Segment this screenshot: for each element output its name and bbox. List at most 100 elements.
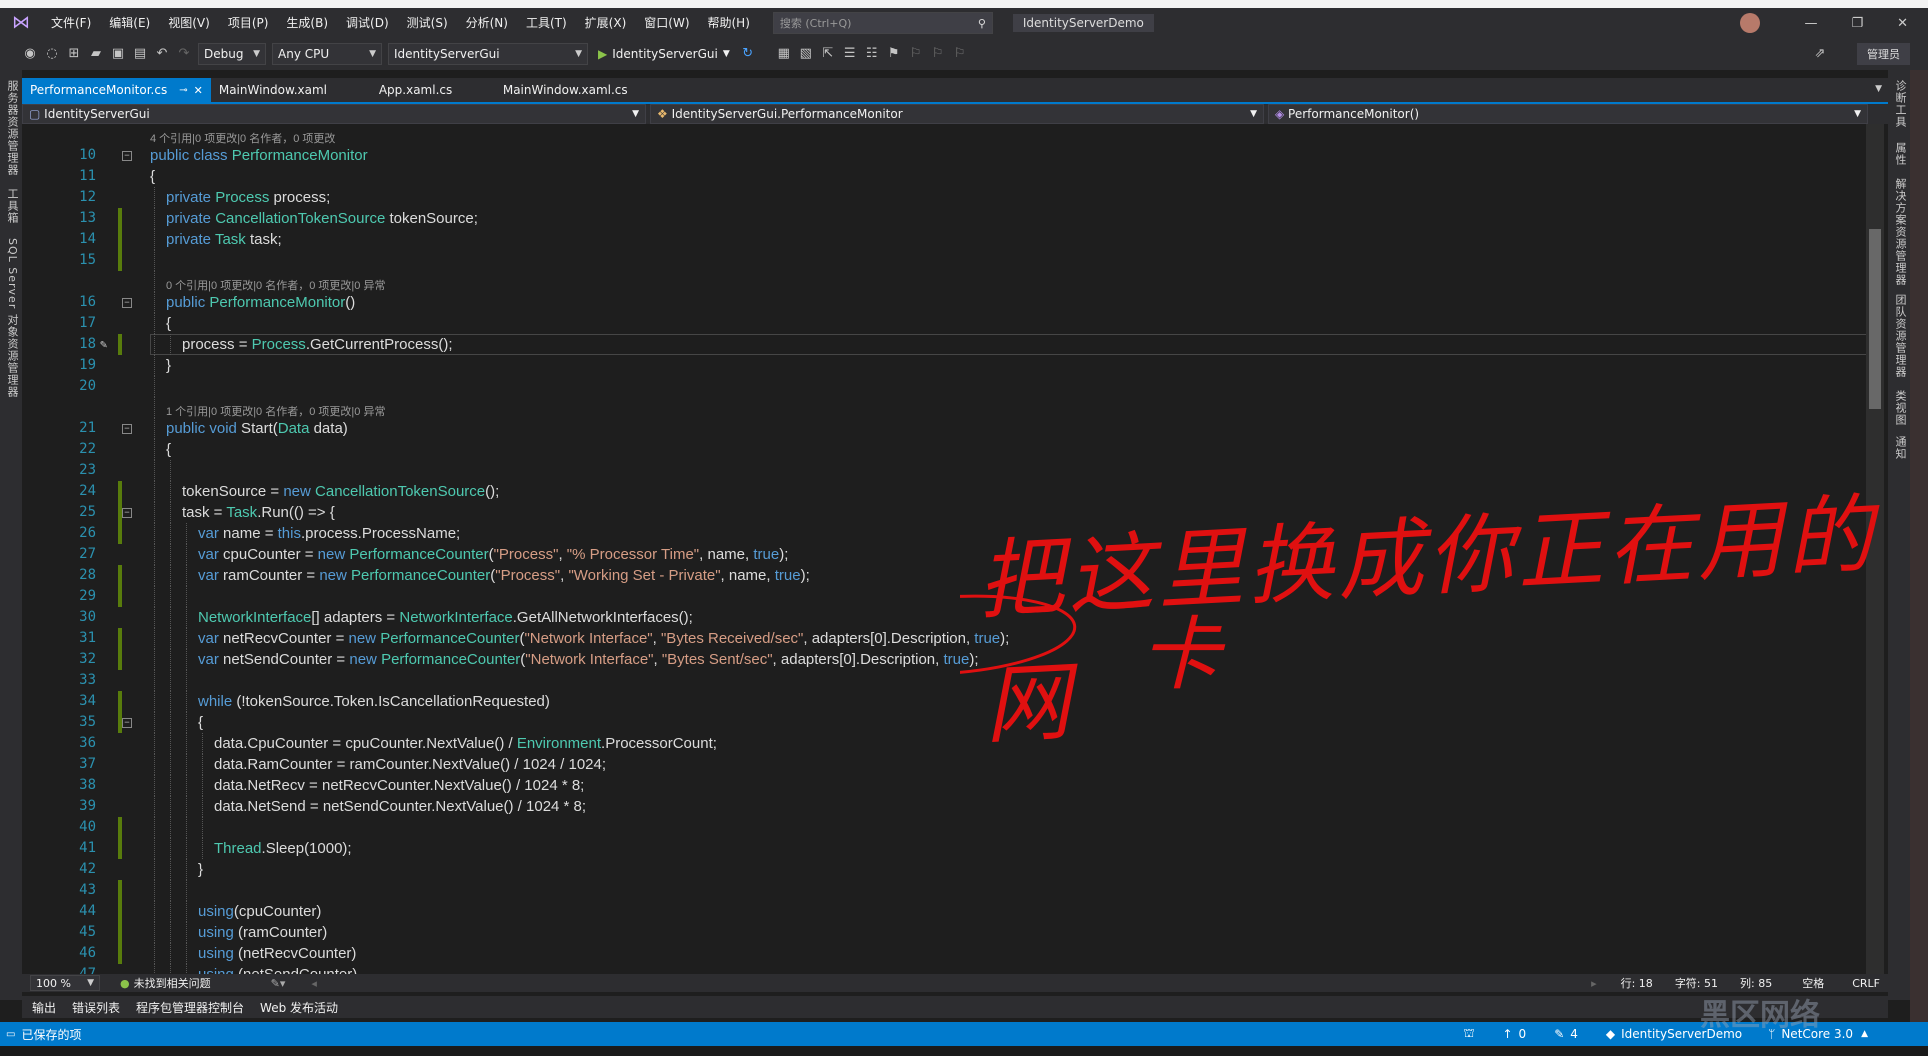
test-explorer-icon[interactable]: ⛫ [1463, 1026, 1474, 1042]
menu-item[interactable]: 视图(V) [159, 8, 219, 38]
collapse-icon[interactable]: − [122, 298, 132, 308]
pencil-icon[interactable]: ✎ [1554, 1027, 1564, 1041]
minimize-icon[interactable]: — [1804, 16, 1817, 31]
zoom-select[interactable]: 100 % ▼ [30, 975, 100, 991]
code-text[interactable]: data.NetSend = netSendCounter.NextValue(… [214, 796, 586, 817]
next-bookmark-icon[interactable]: ⚐ [930, 46, 946, 62]
code-text[interactable]: { [198, 712, 203, 733]
tab-list-dropdown-icon[interactable]: ▼ [1875, 84, 1882, 94]
code-text[interactable]: public PerformanceMonitor() [166, 292, 355, 313]
menu-item[interactable]: 帮助(H) [699, 8, 759, 38]
diagnostic-tools-tab[interactable]: 诊断工具 [1892, 80, 1908, 128]
code-text[interactable]: var netSendCounter = new PerformanceCoun… [198, 649, 979, 670]
tab-performance-monitor[interactable]: PerformanceMonitor.cs ⊸ ✕ [22, 78, 211, 102]
code-text[interactable]: using (netRecvCounter) [198, 943, 356, 964]
avatar[interactable] [1740, 13, 1761, 33]
type-nav-dropdown[interactable]: ❖ IdentityServerGui.PerformanceMonitor ▼ [650, 104, 1264, 124]
tab-output[interactable]: 输出 [32, 999, 56, 1016]
save-icon[interactable]: ▣ [110, 46, 126, 62]
forward-icon[interactable]: ◌ [44, 46, 60, 62]
menu-item[interactable]: 测试(S) [398, 8, 457, 38]
code-text[interactable]: public void Start(Data data) [166, 418, 348, 439]
redo-icon[interactable]: ↷ [176, 46, 192, 62]
bookmark-icon[interactable]: ⚑ [886, 46, 902, 62]
class-view-tab[interactable]: 类视图 [1892, 390, 1908, 426]
project-nav-dropdown[interactable]: ▢ IdentityServerGui ▼ [22, 104, 646, 124]
menu-item[interactable]: 调试(D) [337, 8, 398, 38]
code-text[interactable]: tokenSource = new CancellationTokenSourc… [182, 481, 499, 502]
menu-item[interactable]: 编辑(E) [100, 8, 159, 38]
code-text[interactable]: var name = this.process.ProcessName; [198, 523, 460, 544]
team-explorer-tab[interactable]: 团队资源管理器 [1892, 294, 1908, 378]
code-text[interactable]: } [166, 355, 171, 376]
step-icon[interactable]: ⇱ [820, 46, 836, 62]
code-text[interactable]: var netRecvCounter = new PerformanceCoun… [198, 628, 1009, 649]
code-text[interactable]: using (ramCounter) [198, 922, 327, 943]
scroll-left-icon[interactable]: ◂ [311, 977, 317, 990]
unpushed-count[interactable]: 0 [1519, 1027, 1527, 1041]
collapse-icon[interactable]: − [122, 718, 132, 728]
toolbox-tab[interactable]: 工具箱 [4, 188, 20, 224]
comment-icon[interactable]: ☰ [842, 46, 858, 62]
tab-mainwindow-xaml-cs[interactable]: MainWindow.xaml.cs [495, 78, 655, 102]
code-text[interactable]: task = Task.Run(() => { [182, 502, 335, 523]
refresh-icon[interactable]: ↻ [740, 46, 756, 62]
back-icon[interactable]: ◉ [22, 46, 38, 62]
undo-icon[interactable]: ↶ [154, 46, 170, 62]
code-text[interactable]: private CancellationTokenSource tokenSou… [166, 208, 478, 229]
code-text[interactable]: { [166, 313, 171, 334]
solution-explorer-tab[interactable]: 解决方案资源管理器 [1892, 178, 1908, 286]
code-text[interactable]: data.CpuCounter = cpuCounter.NextValue()… [214, 733, 717, 754]
save-all-icon[interactable]: ▤ [132, 46, 148, 62]
code-text[interactable]: private Task task; [166, 229, 282, 250]
code-text[interactable]: { [150, 166, 155, 187]
search-input[interactable]: 搜索 (Ctrl+Q) ⚲ [772, 12, 993, 34]
new-item-icon[interactable]: ⊞ [66, 46, 82, 62]
tab-mainwindow-xaml[interactable]: MainWindow.xaml [211, 78, 371, 102]
server-explorer-tab[interactable]: 服务器资源管理器 [4, 80, 20, 176]
issues-text[interactable]: 未找到相关问题 [134, 975, 211, 991]
code-text[interactable]: Thread.Sleep(1000); [214, 838, 352, 859]
repo-icon[interactable]: ◆ [1606, 1027, 1615, 1041]
code-text[interactable]: var ramCounter = new PerformanceCounter(… [198, 565, 810, 586]
clear-bookmarks-icon[interactable]: ⚐ [952, 46, 968, 62]
pending-changes-count[interactable]: 4 [1570, 1027, 1578, 1041]
collapse-icon[interactable]: − [122, 151, 132, 161]
menu-item[interactable]: 生成(B) [277, 8, 337, 38]
live-share-icon[interactable]: ⇗ [1812, 46, 1828, 62]
close-icon[interactable]: ✕ [1897, 16, 1908, 31]
properties-tab[interactable]: 属性 [1892, 142, 1908, 166]
member-nav-dropdown[interactable]: ◈ PerformanceMonitor() ▼ [1268, 104, 1868, 124]
platform-select[interactable]: Any CPU ▼ [272, 43, 382, 65]
config-select[interactable]: Debug ▼ [198, 43, 266, 65]
tab-error-list[interactable]: 错误列表 [72, 999, 120, 1016]
collapse-icon[interactable]: − [122, 508, 132, 518]
close-icon[interactable]: ✕ [194, 84, 203, 97]
restore-icon[interactable]: ❐ [1851, 16, 1863, 31]
code-text[interactable]: data.NetRecv = netRecvCounter.NextValue(… [214, 775, 584, 796]
menu-item[interactable]: 分析(N) [457, 8, 517, 38]
sql-server-explorer-tab[interactable]: SQL Server 对象资源管理器 [4, 238, 20, 398]
notifications-tab[interactable]: 通知 [1892, 436, 1908, 460]
startup-project-select[interactable]: IdentityServerGui ▼ [388, 43, 588, 65]
tab-package-manager-console[interactable]: 程序包管理器控制台 [136, 999, 244, 1016]
browser-link-icon[interactable]: ▦ [776, 46, 792, 62]
hot-reload-icon[interactable]: ▧ [798, 46, 814, 62]
menu-item[interactable]: 窗口(W) [635, 8, 698, 38]
prev-bookmark-icon[interactable]: ⚐ [908, 46, 924, 62]
up-arrow-icon[interactable]: ↑ [1502, 1027, 1512, 1041]
whitespace-indicator[interactable]: 空格 [1802, 975, 1824, 991]
code-text[interactable]: while (!tokenSource.Token.IsCancellation… [198, 691, 550, 712]
eol-indicator[interactable]: CRLF [1852, 977, 1880, 990]
code-text[interactable]: var cpuCounter = new PerformanceCounter(… [198, 544, 788, 565]
scrollbar-thumb[interactable] [1869, 229, 1881, 409]
menu-item[interactable]: 项目(P) [219, 8, 278, 38]
code-text[interactable]: process = Process.GetCurrentProcess(); [182, 334, 453, 355]
code-text[interactable]: private Process process; [166, 187, 330, 208]
code-text[interactable]: NetworkInterface[] adapters = NetworkInt… [198, 607, 693, 628]
menu-item[interactable]: 工具(T) [517, 8, 576, 38]
menu-item[interactable]: 扩展(X) [576, 8, 636, 38]
code-cleanup-icon[interactable]: ✎▾ [271, 977, 286, 990]
pin-icon[interactable]: ⊸ [179, 85, 187, 96]
code-text[interactable]: { [166, 439, 171, 460]
